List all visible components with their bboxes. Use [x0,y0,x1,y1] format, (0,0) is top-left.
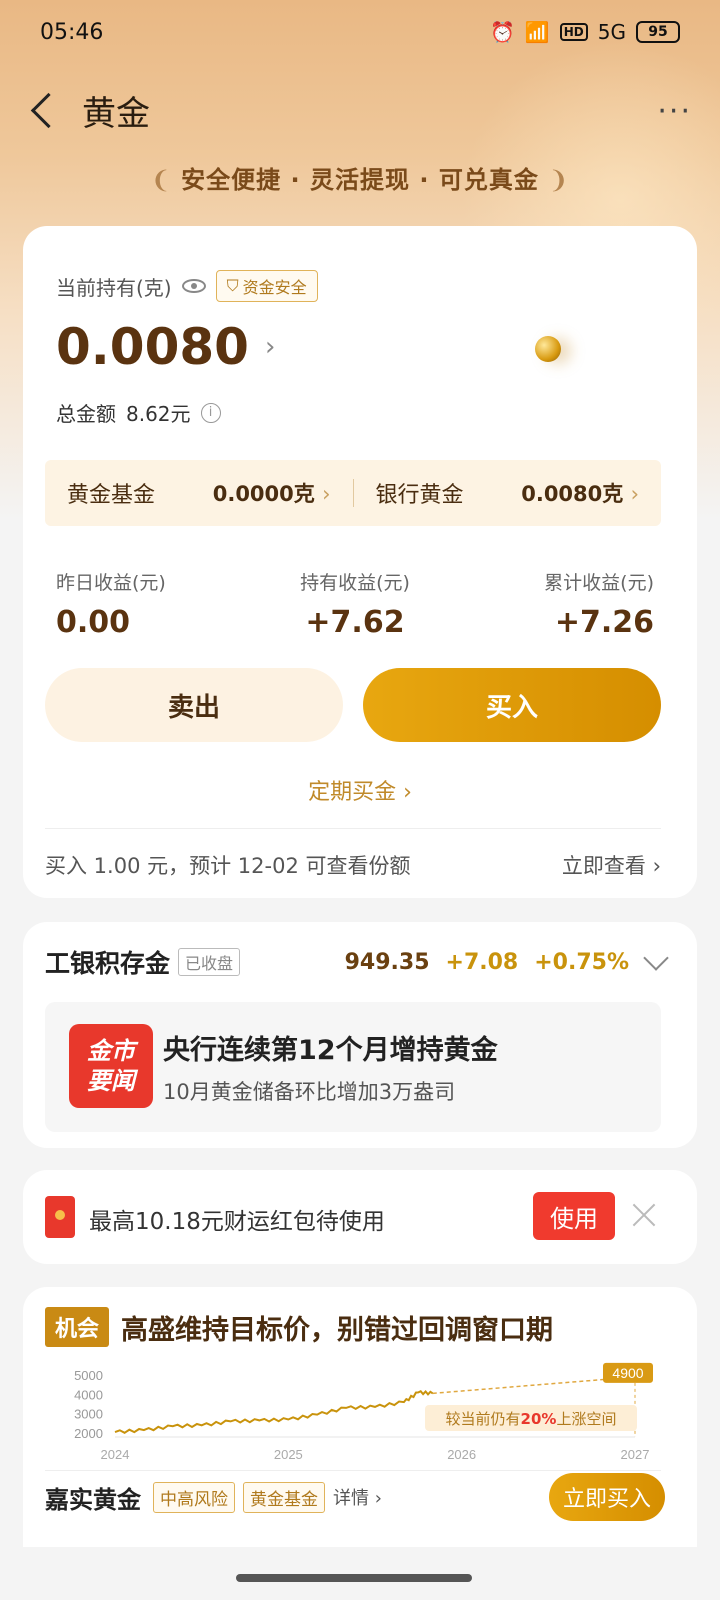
y-tick-label: 2000 [74,1426,103,1441]
wifi-icon: 📶 [524,20,550,44]
split-label: 黄金基金 [67,483,156,508]
chevron-right-icon: › [264,332,276,362]
alarm-icon: ⏰ [489,20,515,44]
laurel-right-icon: ❩ [548,166,570,194]
status-bar: 05:46 ⏰ 📶 HD 5G 95 [0,0,720,64]
slogan: ❨ 安全便捷 · 灵活提现 · 可兑真金 ❩ [0,160,720,195]
split-value: 0.0000克 › [212,482,331,506]
red-packet-text: 最高10.18元财运红包待使用 [89,1209,385,1235]
total-value: 8.62元 [126,402,191,426]
close-icon[interactable] [629,1200,659,1230]
shield-icon: ⛉ [226,276,239,295]
fund-type-badge: 黄金基金 [243,1481,325,1513]
page-title: 黄金 [82,93,150,134]
earning-label: 持有收益(元) [300,572,410,594]
opportunity-tag: 机会 [45,1307,110,1347]
battery-icon: 95 [636,21,680,43]
holdings-amount[interactable]: 0.0080 › [56,318,275,376]
x-tick-label: 2026 [447,1447,476,1462]
market-name: 工银积存金 [45,949,171,978]
fund-row: 嘉实黄金 中高风险 黄金基金 详情 › 立即买入 [45,1473,665,1521]
laurel-left-icon: ❨ [150,166,172,194]
slogan-text: 安全便捷 · 灵活提现 · 可兑真金 [181,166,539,194]
holdings-label-row: 当前持有(克) ⛉ 资金安全 [56,270,318,302]
opportunity-header: 机会 高盛维持目标价，别错过回调窗口期 [45,1307,553,1347]
holdings-label: 当前持有(克) [56,275,172,300]
risk-badge: 中高风险 [153,1481,235,1513]
earning-holding: 持有收益(元) +7.62 [300,568,410,640]
annotation-text: 较当前仍有20%上涨空间 [446,1410,617,1428]
earning-yesterday: 昨日收益(元) 0.00 [56,568,166,640]
earning-cumulative: 累计收益(元) +7.26 [544,568,654,640]
hd-icon: HD [559,23,588,41]
x-tick-label: 2024 [101,1447,130,1462]
earning-value: +7.26 [554,605,654,640]
buy-button[interactable]: 买入 [363,668,661,742]
gold-ball-icon [535,336,561,362]
holdings-split: 黄金基金 0.0000克 › 银行黄金 0.0080克 › [45,460,661,526]
notice-text: 买入 1.00 元，预计 12-02 可查看份额 [45,854,411,878]
status-icons: ⏰ 📶 HD 5G 95 [490,20,680,44]
red-packet-card: 最高10.18元财运红包待使用 使用 [23,1170,697,1264]
status-time: 05:46 [40,19,104,45]
y-tick-label: 4000 [74,1387,103,1402]
periodic-buy-link[interactable]: 定期买金 › [23,774,697,806]
signal-icon: 5G [597,20,626,44]
market-percent: +0.75% [534,949,629,975]
split-gold-fund[interactable]: 黄金基金 0.0000克 › [45,477,353,509]
news-subtitle: 10月黄金储备环比增加3万盎司 [163,1080,456,1104]
target-label: 4900 [612,1365,643,1381]
x-tick-label: 2027 [621,1447,650,1462]
buy-now-button[interactable]: 立即买入 [548,1473,665,1521]
more-menu-icon[interactable]: ··· [657,94,692,129]
split-value: 0.0080克 › [521,482,639,506]
split-label: 银行黄金 [375,483,464,508]
red-packet-icon [45,1196,75,1238]
news-item[interactable]: 金市 要闻 央行连续第12个月增持黄金 10月黄金储备环比增加3万盎司 [45,1002,661,1132]
fund-name: 嘉实黄金 [45,1485,141,1514]
market-card: 工银积存金 已收盘 949.35 +7.08 +0.75% 金市 要闻 央行连续第… [23,922,697,1148]
sell-button[interactable]: 卖出 [45,668,343,742]
use-button[interactable]: 使用 [533,1192,615,1240]
chevron-right-icon: › [403,780,412,805]
eye-icon[interactable] [181,279,206,293]
gold-price-chart: 5000 4000 3000 2000 2024 2025 2026 2027 4900 较当前仍… [74,1362,653,1462]
y-tick-label: 3000 [74,1407,103,1422]
market-quote-row[interactable]: 工银积存金 已收盘 949.35 +7.08 +0.75% [45,944,669,980]
market-status-badge: 已收盘 [178,948,241,976]
view-now-link[interactable]: 立即查看 › [562,850,661,880]
earning-value: 0.00 [56,605,131,640]
earning-label: 昨日收益(元) [56,572,166,594]
divider [45,1470,661,1471]
earning-value: +7.62 [305,605,405,640]
market-change: +7.08 [445,949,519,975]
opportunity-card: 机会 高盛维持目标价，别错过回调窗口期 5000 4000 3000 2000 2024… [23,1287,697,1547]
safe-badge[interactable]: ⛉ 资金安全 [215,270,318,302]
market-price: 949.35 [344,949,430,975]
back-arrow-icon[interactable] [26,90,62,130]
holdings-card: 当前持有(克) ⛉ 资金安全 0.0080 › 总金额 8.62元 i 黄金基金… [23,226,697,898]
y-tick-label: 5000 [74,1368,103,1383]
total-amount-row: 总金额 8.62元 i [56,398,221,427]
trade-buttons: 卖出 买入 [45,668,661,742]
news-logo: 金市 要闻 [69,1024,153,1108]
info-icon[interactable]: i [200,402,221,423]
opportunity-title: 高盛维持目标价，别错过回调窗口期 [121,1314,554,1346]
news-title: 央行连续第12个月增持黄金 [163,1035,498,1066]
periodic-buy-label: 定期买金 [308,780,397,805]
home-indicator [236,1574,472,1582]
top-nav: 黄金 ··· [0,80,720,140]
safe-badge-label: 资金安全 [242,278,307,297]
fund-detail-link[interactable]: 详情 › [333,1484,382,1510]
holdings-amount-value: 0.0080 [56,318,249,376]
x-tick-label: 2025 [274,1447,303,1462]
divider [45,828,661,829]
chevron-down-icon[interactable] [643,945,669,971]
split-bank-gold[interactable]: 银行黄金 0.0080克 › [354,477,662,509]
earning-label: 累计收益(元) [544,572,654,594]
total-label: 总金额 [56,402,116,426]
earnings-row: 昨日收益(元) 0.00 持有收益(元) +7.62 累计收益(元) +7.26 [56,568,654,640]
price-history-line [114,1389,434,1434]
purchase-notice: 买入 1.00 元，预计 12-02 可查看份额 立即查看 › [45,850,661,880]
